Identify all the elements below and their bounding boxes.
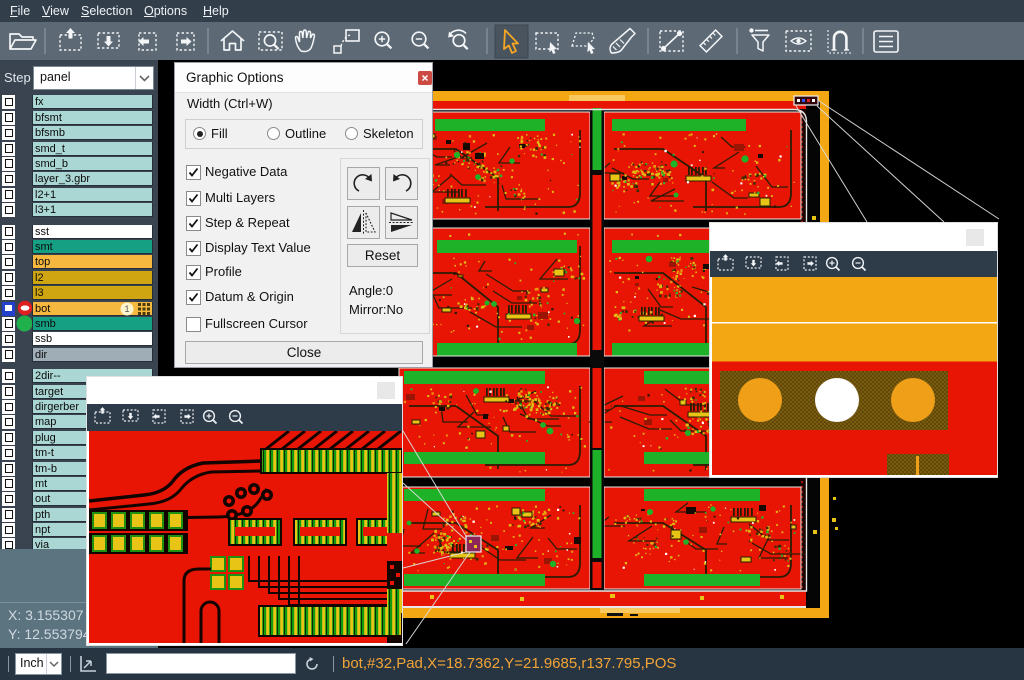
svg-text:1: 1 bbox=[124, 304, 129, 314]
